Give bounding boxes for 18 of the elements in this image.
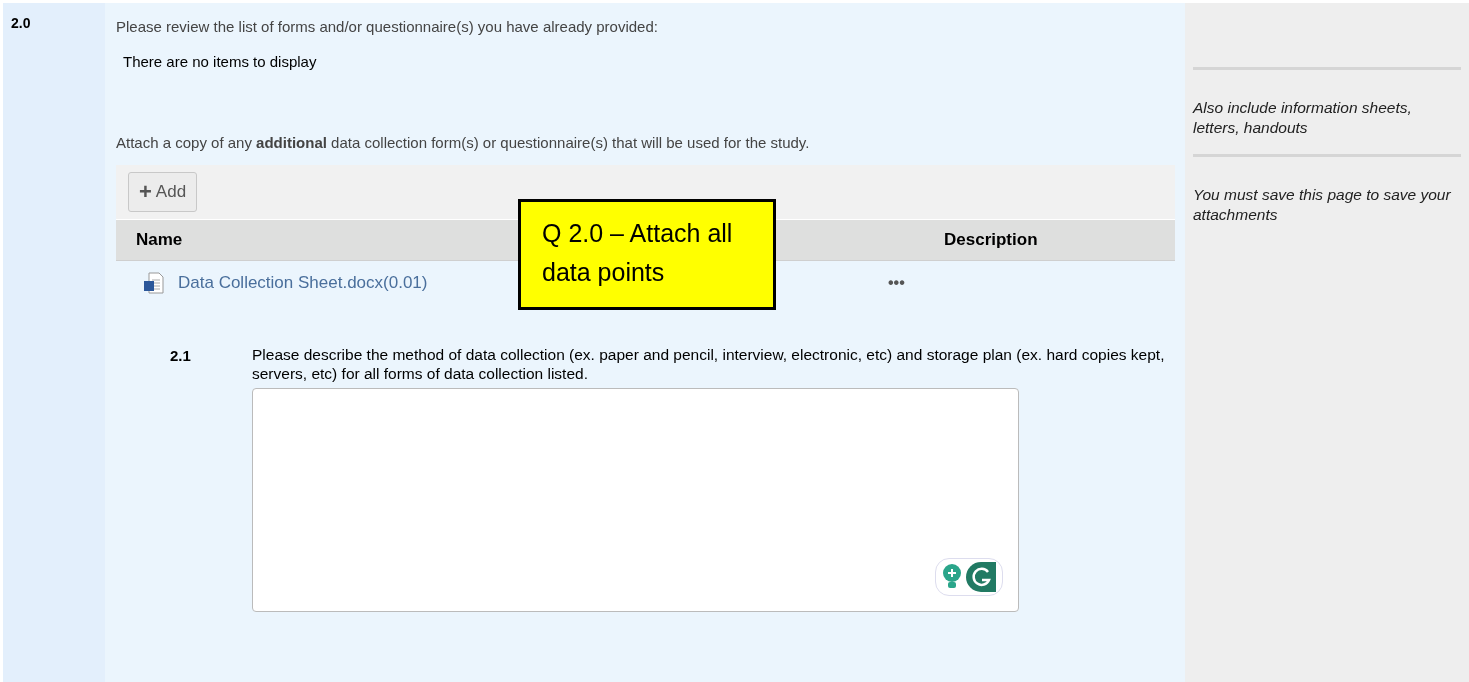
review-prompt: Please review the list of forms and/or questionnaire(s) you have already provided: — [116, 17, 659, 37]
lightbulb-icon — [942, 563, 962, 590]
g-logo-icon — [966, 561, 996, 592]
more-options-button[interactable]: ••• — [888, 270, 905, 295]
column-header: Description — [944, 228, 1038, 251]
callout-note: Q 2.0 – Attach all data points — [518, 199, 776, 310]
file-link[interactable]: Data Collection Sheet.docx(0.01) — [178, 272, 428, 292]
empty-message: There are no items to display — [123, 51, 318, 72]
add-button[interactable]: + Add — [128, 171, 198, 212]
word-document-icon — [142, 270, 166, 295]
attach-prompt: Attach a copy of any additional data collection form(s) or questionnaire(s) that will be used for the study. — [116, 133, 811, 153]
writing-assistant-widget[interactable] — [935, 557, 1003, 596]
question-number: 2.1 — [170, 345, 192, 366]
question-number: 2.0 — [11, 15, 31, 31]
question-text: Please describe the method of data collection (ex. paper and pencil, interview, electronic, etc) and storage plan (ex. hard copies kept, servers, etc) for all forms of data collection listed. — [252, 344, 1166, 383]
help-note: You must save this page to save your attachments — [1193, 185, 1452, 225]
column-header: Name — [136, 229, 183, 249]
help-note: Also include information sheets, letters, handouts — [1193, 98, 1413, 138]
